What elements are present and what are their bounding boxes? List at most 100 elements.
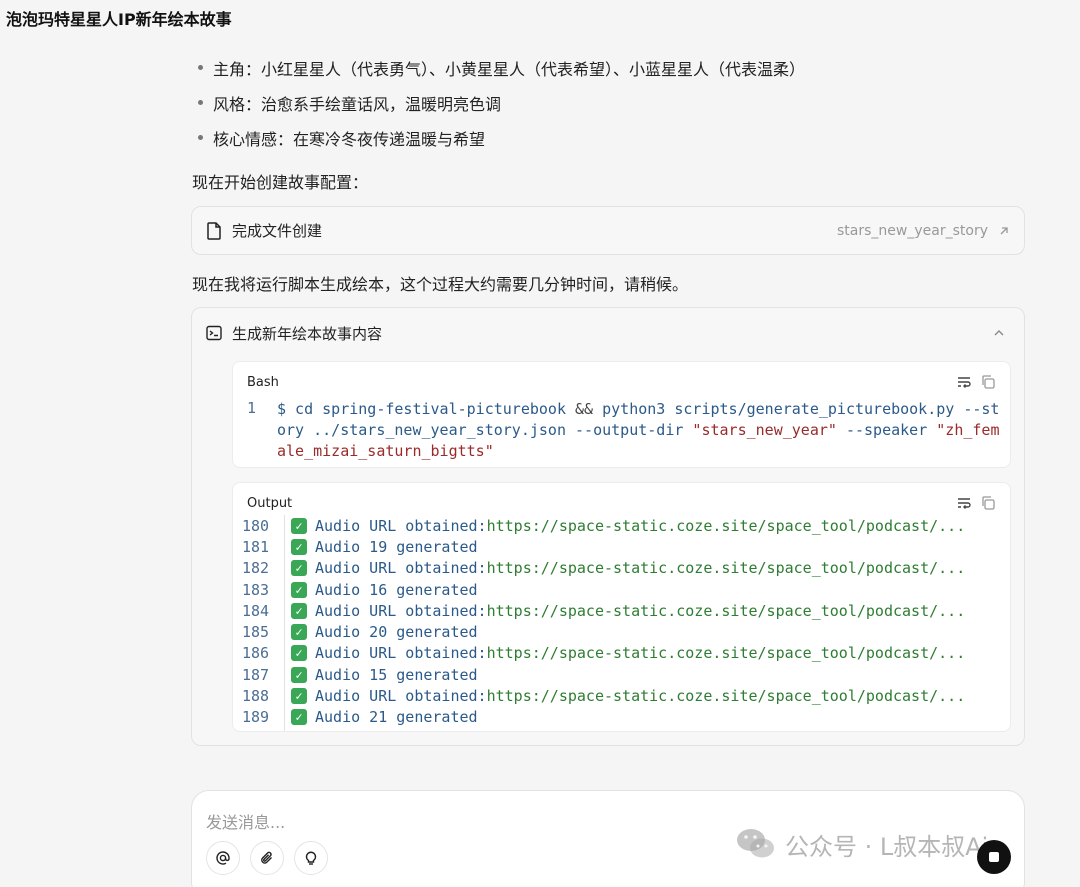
mention-button[interactable] (206, 841, 240, 875)
list-item: 风格： 治愈系手绘童话风，温暖明亮色调 (198, 85, 805, 120)
cmd-part: --speaker (836, 421, 937, 439)
check-icon: ✓ (291, 709, 307, 726)
output-label: Output (247, 496, 293, 511)
lightbulb-icon (305, 851, 317, 865)
page-title: 泡泡玛特星星人IP新年绘本故事 (6, 10, 232, 29)
line-number: 188 (242, 687, 270, 706)
bash-label: Bash (247, 375, 279, 390)
line-number: 189 (242, 708, 270, 727)
check-icon: ✓ (291, 538, 307, 555)
line-number: 1 (247, 399, 257, 417)
check-icon: ✓ (291, 624, 307, 641)
check-icon: ✓ (291, 645, 307, 662)
output-url: https://space-static.coze.site/space_too… (486, 516, 966, 535)
line-number: 181 (242, 537, 270, 556)
check-icon: ✓ (291, 602, 307, 619)
bullet-dot (198, 65, 203, 70)
line-number: 187 (242, 665, 270, 684)
tool-call-header[interactable]: 生成新年绘本故事内容 (192, 308, 1024, 358)
bullet-label: 核心情感： (213, 129, 294, 149)
output-url: https://space-static.coze.site/space_too… (486, 601, 966, 620)
output-text: Audio URL obtained: (315, 644, 487, 663)
output-line: 186 ✓ Audio URL obtained: https://space-st… (233, 643, 1010, 664)
paperclip-icon (261, 851, 272, 864)
bullet-text: 在寒冷冬夜传递温暖与希望 (293, 129, 486, 149)
check-icon: ✓ (291, 581, 307, 598)
output-text: Audio 15 generated (315, 665, 478, 684)
output-text: Audio 16 generated (315, 580, 478, 599)
line-number: 186 (242, 644, 270, 663)
output-text: Audio 20 generated (315, 623, 478, 642)
panel-toolbar (956, 374, 996, 390)
output-text: Audio URL obtained: (315, 601, 487, 620)
check-icon: ✓ (291, 560, 307, 577)
bash-panel: Bash 1 $ cd spring-festival-picturebook … (232, 361, 1011, 468)
bullet-dot (198, 135, 203, 140)
cmd-operator: && (575, 400, 594, 418)
line-number: 184 (242, 601, 270, 620)
watermark: 公众号 · L叔本叔Ai (735, 826, 988, 862)
list-item: 主角： 小红星星人（代表勇气）、小黄星星人（代表希望）、小蓝星星人（代表温柔） (198, 50, 805, 85)
stop-button[interactable] (977, 840, 1011, 874)
output-url: https://space-static.coze.site/space_too… (486, 687, 966, 706)
bullet-text: 治愈系手绘童话风，温暖明亮色调 (261, 94, 502, 114)
check-icon: ✓ (291, 517, 307, 534)
cmd-string: "stars_new_year" (692, 421, 837, 439)
output-line: 188 ✓ Audio URL obtained: https://space-st… (233, 685, 1010, 706)
tool-call-title: 生成新年绘本故事内容 (232, 324, 383, 343)
attach-button[interactable] (250, 841, 284, 875)
chevron-up-icon[interactable] (992, 326, 1006, 340)
cmd-part: $ cd spring-festival-picturebook (277, 400, 576, 418)
open-external-icon[interactable] (998, 225, 1010, 237)
watermark-text: 公众号 · L叔本叔Ai (785, 832, 989, 861)
output-text: Audio 21 generated (315, 708, 478, 727)
output-text: Audio URL obtained: (315, 516, 487, 535)
bullet-label: 主角： (213, 59, 262, 79)
check-icon: ✓ (291, 688, 307, 705)
line-number: 180 (242, 516, 270, 535)
list-item: 核心情感： 在寒冷冬夜传递温暖与希望 (198, 120, 805, 155)
idea-button[interactable] (294, 841, 328, 875)
check-icon: ✓ (291, 666, 307, 683)
output-line: 182 ✓ Audio URL obtained: https://space-st… (233, 558, 1010, 579)
panel-toolbar (956, 495, 996, 511)
bullet-text: 小红星星人（代表勇气）、小黄星星人（代表希望）、小蓝星星人（代表温柔） (261, 59, 806, 79)
bash-command: $ cd spring-festival-picturebook && pyth… (277, 399, 1002, 462)
wechat-icon (737, 829, 774, 858)
message-input[interactable]: 发送消息... (206, 809, 285, 833)
copy-icon[interactable] (980, 374, 996, 390)
wrap-lines-icon[interactable] (956, 374, 972, 390)
file-created-card[interactable]: 完成文件创建 stars_new_year_story (191, 206, 1025, 255)
wrap-lines-icon[interactable] (956, 495, 972, 511)
line-number: 182 (242, 559, 270, 578)
output-url: https://space-static.coze.site/space_too… (486, 644, 966, 663)
message-paragraph: 现在开始创建故事配置： (192, 173, 369, 192)
output-line: 185 ✓ Audio 20 generated (233, 621, 1010, 642)
line-number: 185 (242, 623, 270, 642)
terminal-icon (206, 325, 222, 341)
output-line: 183 ✓ Audio 16 generated (233, 579, 1010, 600)
output-line: 189 ✓ Audio 21 generated (233, 707, 1010, 728)
composer-tools (206, 841, 328, 875)
stop-icon (989, 852, 999, 862)
tool-call-card: 生成新年绘本故事内容 Bash 1 $ cd spring-festival-p… (191, 307, 1025, 746)
output-url: https://space-static.coze.site/space_too… (486, 559, 966, 578)
line-number: 183 (242, 580, 270, 599)
output-text: Audio URL obtained: (315, 559, 487, 578)
file-name: stars_new_year_story (837, 222, 988, 239)
file-card-label: 完成文件创建 (232, 222, 323, 240)
output-line: 180 ✓ Audio URL obtained: https://space-st… (233, 515, 1010, 536)
copy-icon[interactable] (980, 495, 996, 511)
output-line: 187 ✓ Audio 15 generated (233, 664, 1010, 685)
document-icon (207, 221, 221, 240)
output-text: Audio URL obtained: (315, 687, 487, 706)
at-icon (216, 851, 230, 865)
output-panel: Output 180 ✓ Audio URL obtained: https://s… (232, 482, 1011, 732)
bullet-dot (198, 100, 203, 105)
output-lines: 180 ✓ Audio URL obtained: https://space-st… (233, 515, 1010, 728)
bullet-label: 风格： (213, 94, 262, 114)
output-line: 181 ✓ Audio 19 generated (233, 536, 1010, 557)
message-paragraph: 现在我将运行脚本生成绘本，这个过程大约需要几分钟时间，请稍候。 (192, 275, 689, 294)
output-text: Audio 19 generated (315, 537, 478, 556)
output-line: 184 ✓ Audio URL obtained: https://space-st… (233, 600, 1010, 621)
